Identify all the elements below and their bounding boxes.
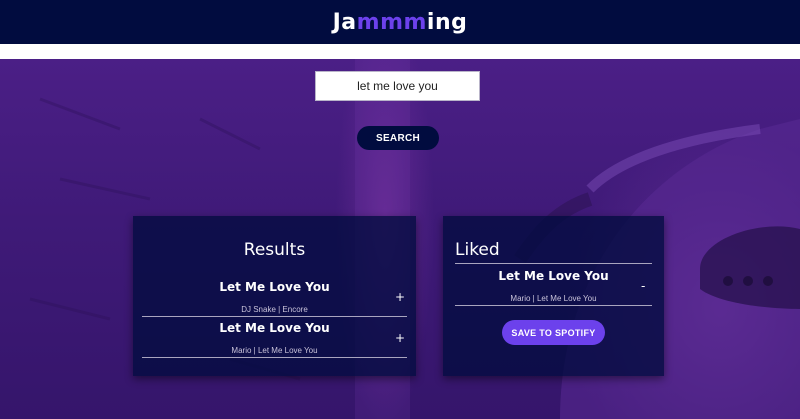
add-track-button[interactable]: + <box>395 332 405 344</box>
track-divider <box>142 357 407 358</box>
result-track-meta: Mario | Let Me Love You <box>231 346 318 355</box>
liked-track-name: Let Me Love You <box>498 269 609 283</box>
header-divider-strip <box>0 44 800 59</box>
title-divider <box>455 263 652 264</box>
remove-track-button[interactable]: - <box>641 280 645 292</box>
logo-suffix: ing <box>426 9 468 35</box>
result-track-name: Let Me Love You <box>219 321 330 335</box>
app-logo: Jammming <box>333 10 468 35</box>
liked-panel: Liked Let Me Love You - Mario | Let Me L… <box>443 216 664 376</box>
result-track-meta: DJ Snake | Encore <box>241 305 308 314</box>
liked-track-meta: Mario | Let Me Love You <box>510 294 597 303</box>
results-panel: Results Let Me Love You + DJ Snake | Enc… <box>133 216 416 376</box>
results-title: Results <box>243 240 306 260</box>
save-to-spotify-button[interactable]: SAVE TO SPOTIFY <box>502 320 605 345</box>
liked-title: Liked <box>455 240 500 260</box>
result-track-name: Let Me Love You <box>219 280 330 294</box>
track-divider <box>455 305 652 306</box>
logo-prefix: Ja <box>332 9 357 35</box>
logo-accent: mmm <box>356 9 427 35</box>
search-input[interactable] <box>315 71 480 101</box>
top-bar: Jammming <box>0 0 800 44</box>
add-track-button[interactable]: + <box>395 291 405 303</box>
search-button[interactable]: SEARCH <box>357 126 439 150</box>
track-divider <box>142 316 407 317</box>
